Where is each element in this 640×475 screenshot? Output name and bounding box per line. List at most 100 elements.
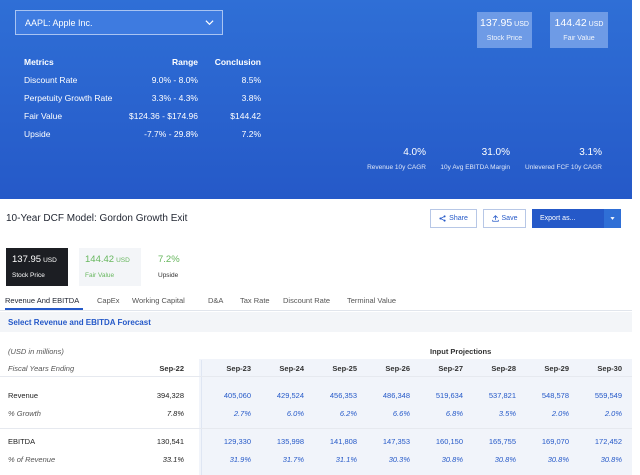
stat-value: 3.1% (579, 147, 602, 158)
header-fair-value: 144.42 USD Fair Value (550, 12, 608, 48)
table-cell-projection[interactable]: 6.0% (260, 409, 304, 418)
table-cell-projection[interactable]: 169,070 (525, 437, 569, 446)
row-label: % of Revenue (8, 455, 56, 464)
table-cell-projection[interactable]: 31.9% (207, 455, 251, 464)
tab-capex[interactable]: CapEx (97, 296, 120, 305)
ticker-label: AAPL: Apple Inc. (25, 17, 93, 28)
table-cell-projection[interactable]: 141,808 (313, 437, 357, 446)
tab-terminal-value[interactable]: Terminal Value (347, 296, 396, 305)
stat-value: 31.0% (481, 147, 510, 158)
valuation-hero: AAPL: Apple Inc. 137.95 USD Stock Price 1… (0, 0, 632, 199)
table-cell-projection[interactable]: 31.1% (313, 455, 357, 464)
tab-da[interactable]: D&A (208, 296, 223, 305)
table-cell-projection[interactable]: 537,821 (472, 391, 516, 400)
export-label: Export as... (540, 215, 576, 222)
tab-tax-rate[interactable]: Tax Rate (240, 296, 270, 305)
table-cell-projection[interactable]: 456,353 (313, 391, 357, 400)
year-header: Sep-29 (544, 364, 569, 373)
share-button[interactable]: Share (430, 209, 477, 228)
table-cell-projection[interactable]: 405,060 (207, 391, 251, 400)
page-title: 10-Year DCF Model: Gordon Growth Exit (6, 213, 188, 224)
metric-name: Fair Value (24, 111, 63, 121)
card-fair-value-label: Fair Value (85, 272, 115, 279)
header-stock-price-label: Stock Price (486, 35, 523, 42)
metric-name: Upside (24, 129, 51, 139)
table-cell-projection[interactable]: 6.6% (366, 409, 410, 418)
stat-value: 4.0% (403, 147, 426, 158)
table-cell-projection[interactable]: 486,348 (366, 391, 410, 400)
year-header: Sep-27 (438, 364, 463, 373)
header-stock-price-value: 137.95 (480, 17, 513, 29)
header-stock-price: 137.95 USD Stock Price (477, 12, 532, 48)
table-cell-projection[interactable]: 135,998 (260, 437, 304, 446)
table-cell-projection[interactable]: 30.3% (366, 455, 410, 464)
metrics-header-metric: Metrics (24, 57, 54, 67)
metric-conclusion: 8.5% (241, 75, 261, 85)
metric-name: Discount Rate (24, 75, 78, 85)
export-button[interactable]: Export as... (532, 209, 604, 228)
table-cell-projection[interactable]: 519,634 (419, 391, 463, 400)
year-header: Sep-26 (385, 364, 410, 373)
metric-conclusion: $144.42 (230, 111, 261, 121)
table-cell-projection[interactable]: 548,578 (525, 391, 569, 400)
header-fair-value-label: Fair Value (563, 35, 595, 42)
stat-label: 10y Avg EBITDA Margin (440, 164, 510, 171)
card-stock-price-unit: USD (43, 257, 57, 264)
input-projections-label: Input Projections (430, 347, 492, 356)
row-label: Revenue (8, 391, 39, 400)
card-upside-value: 7.2% (158, 254, 180, 265)
table-cell-projection[interactable]: 30.8% (578, 455, 622, 464)
stat-ebitda-margin: 31.0% 10y Avg EBITDA Margin (440, 147, 510, 171)
table-cell-projection[interactable]: 160,150 (419, 437, 463, 446)
table-cell-projection[interactable]: 6.2% (313, 409, 357, 418)
table-cell-projection[interactable]: 31.7% (260, 455, 304, 464)
table-cell-projection[interactable]: 129,330 (207, 437, 251, 446)
active-tab-indicator (5, 308, 83, 310)
table-cell-projection[interactable]: 2.7% (207, 409, 251, 418)
table-cell-projection[interactable]: 165,755 (472, 437, 516, 446)
metrics-row: Upside -7.7% - 29.8% 7.2% (24, 129, 264, 141)
table-cell-projection[interactable]: 30.8% (472, 455, 516, 464)
card-fair-value: 144.42 USD Fair Value (79, 248, 141, 286)
stat-label: Revenue 10y CAGR (367, 164, 426, 171)
metric-name: Perpetuity Growth Rate (24, 93, 113, 103)
table-cell-actual: 130,541 (156, 437, 184, 446)
metrics-row: Fair Value $124.36 - $174.96 $144.42 (24, 111, 264, 123)
save-button[interactable]: Save (483, 209, 526, 228)
card-fair-value-value: 144.42 (85, 254, 115, 265)
table-cell-projection[interactable]: 2.0% (525, 409, 569, 418)
table-cell-projection[interactable]: 172,452 (578, 437, 622, 446)
metrics-header-conclusion: Conclusion (214, 57, 261, 67)
table-cell-projection[interactable]: 559,549 (578, 391, 622, 400)
year-header: Sep-25 (332, 364, 357, 373)
share-icon (439, 215, 446, 222)
year-header: Sep-24 (279, 364, 304, 373)
header-fair-value-value: 144.42 (554, 17, 587, 29)
table-cell-projection[interactable]: 3.5% (472, 409, 516, 418)
table-cell-projection[interactable]: 2.0% (578, 409, 622, 418)
table-cell-projection[interactable]: 147,353 (366, 437, 410, 446)
table-divider (0, 428, 632, 429)
metric-range: 3.3% - 4.3% (151, 93, 198, 103)
table-cell-projection[interactable]: 30.8% (419, 455, 463, 464)
table-cell-projection[interactable]: 30.8% (525, 455, 569, 464)
tab-working-capital[interactable]: Working Capital (132, 296, 185, 305)
fiscal-years-label: Fiscal Years Ending (8, 364, 75, 373)
year-header: Sep-28 (491, 364, 516, 373)
card-fair-value-unit: USD (116, 257, 130, 264)
save-label: Save (501, 215, 518, 222)
metrics-row: Perpetuity Growth Rate 3.3% - 4.3% 3.8% (24, 93, 264, 105)
table-cell-projection[interactable]: 429,524 (260, 391, 304, 400)
card-upside: 7.2% Upside (152, 248, 212, 286)
chevron-down-icon (205, 20, 214, 26)
metric-conclusion: 3.8% (241, 93, 261, 103)
table-cell-projection[interactable]: 6.8% (419, 409, 463, 418)
tab-discount-rate[interactable]: Discount Rate (283, 296, 330, 305)
forecast-tabs: Revenue And EBITDA CapEx Working Capital… (0, 296, 632, 311)
table-cell-actual: 7.8% (166, 409, 184, 418)
export-dropdown-button[interactable] (604, 209, 621, 228)
row-label: EBITDA (8, 437, 36, 446)
ticker-select[interactable]: AAPL: Apple Inc. (15, 10, 223, 35)
tab-revenue-ebitda[interactable]: Revenue And EBITDA (5, 296, 79, 305)
year-header: Sep-23 (226, 364, 251, 373)
